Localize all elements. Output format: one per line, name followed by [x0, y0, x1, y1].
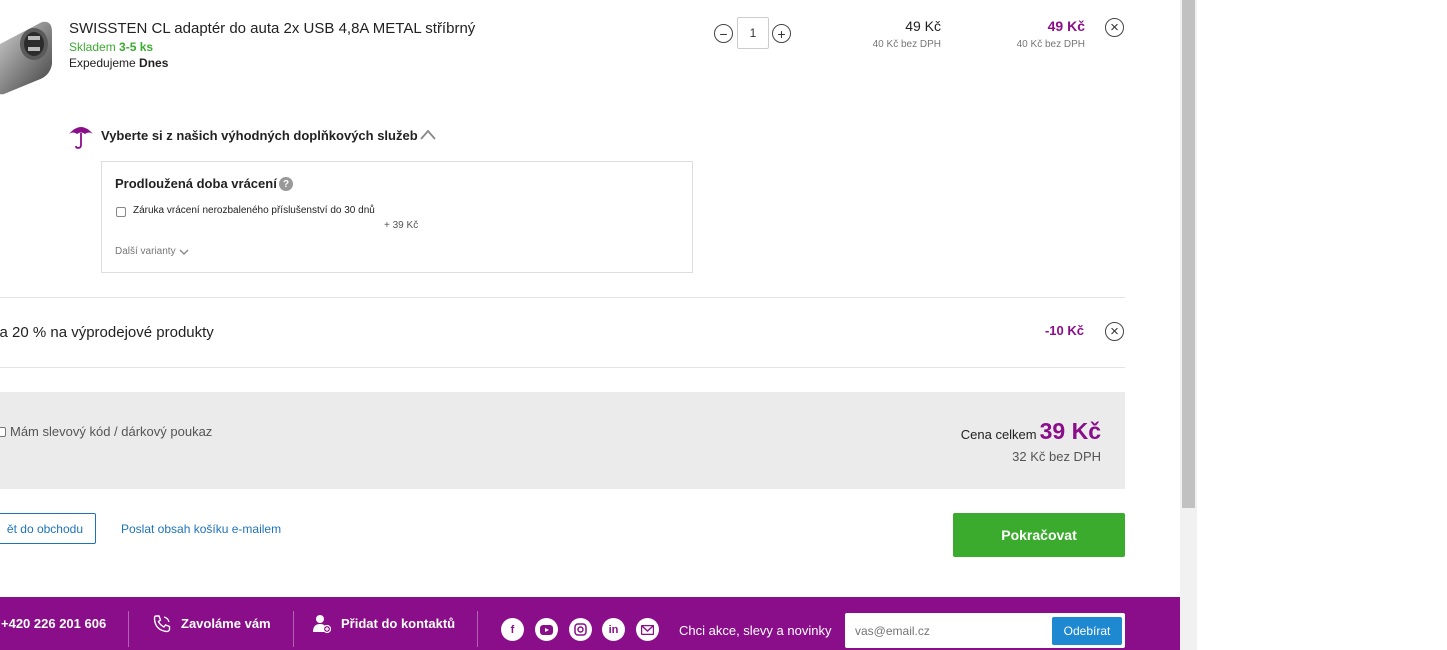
service-checkbox[interactable] — [116, 207, 126, 217]
product-image — [0, 21, 52, 95]
umbrella-icon — [69, 127, 93, 149]
minus-icon: − — [719, 25, 728, 42]
stock-status: Skladem 3-5 ks — [69, 40, 153, 54]
product-name[interactable]: SWISSTEN CL adaptér do auta 2x USB 4,8A … — [69, 20, 475, 37]
newsletter-label: Chci akce, slevy a novinky — [679, 622, 832, 638]
add-contacts-link[interactable]: Přidat do kontaktů — [313, 597, 455, 650]
continue-button[interactable]: Pokračovat — [953, 513, 1125, 557]
total-value: 39 Kč — [1039, 418, 1101, 444]
item-total-price: 49 Kč — [1047, 18, 1085, 34]
subscribe-button[interactable]: Odebírat — [1052, 617, 1122, 645]
total-price-row: Cena celkem 39 Kč — [961, 418, 1101, 445]
phone-icon — [153, 614, 171, 632]
divider — [0, 297, 1125, 298]
discount-label: va 20 % na výprodejové produkty — [0, 324, 214, 341]
instagram-icon[interactable] — [569, 618, 592, 641]
chevron-down-icon — [179, 249, 189, 255]
service-option-label[interactable]: Záruka vrácení nerozbaleného příslušenst… — [133, 205, 375, 216]
stock-value: 3-5 ks — [119, 40, 154, 54]
user-add-icon — [313, 614, 331, 633]
more-variants-link[interactable]: Další varianty — [115, 246, 189, 257]
help-icon[interactable]: ? — [279, 177, 293, 191]
coupon-label[interactable]: Mám slevový kód / dárkový poukaz — [10, 424, 212, 439]
unit-price: 49 Kč — [905, 18, 941, 34]
add-contacts-label: Přidat do kontaktů — [341, 616, 456, 631]
footer-separator — [293, 611, 294, 647]
mail-icon[interactable] — [636, 618, 659, 641]
plus-icon: + — [777, 25, 786, 42]
quantity-input[interactable] — [737, 17, 769, 49]
back-to-shop-button[interactable]: ět do obchodu — [0, 513, 96, 544]
services-title[interactable]: Vyberte si z našich výhodných doplňkovýc… — [101, 128, 418, 143]
quantity-increase-button[interactable]: + — [772, 24, 791, 43]
item-total-price-net: 40 Kč bez DPH — [1016, 39, 1085, 50]
ship-value: Dnes — [139, 56, 169, 70]
divider — [0, 367, 1125, 368]
remove-product-button[interactable]: × — [1105, 18, 1124, 37]
coupon-checkbox[interactable] — [0, 427, 6, 437]
total-net: 32 Kč bez DPH — [1012, 449, 1101, 464]
facebook-icon[interactable]: f — [501, 618, 524, 641]
callback-link[interactable]: Zavoláme vám — [152, 597, 271, 650]
cart-summary: Mám slevový kód / dárkový poukaz Cena ce… — [0, 392, 1125, 489]
close-icon: × — [1110, 19, 1119, 36]
close-icon: × — [1110, 323, 1119, 340]
quantity-decrease-button[interactable]: − — [714, 24, 733, 43]
footer-separator — [477, 611, 478, 647]
footer-bar: +420 226 201 606 Zavoláme vám Přidat do … — [0, 597, 1180, 650]
total-label: Cena celkem — [960, 427, 1037, 442]
youtube-icon[interactable] — [535, 618, 558, 641]
cart-page: SWISSTEN CL adaptér do auta 2x USB 4,8A … — [0, 0, 1447, 650]
unit-price-net: 40 Kč bez DPH — [872, 39, 941, 50]
service-option-price: + 39 Kč — [384, 220, 419, 231]
footer-separator — [128, 611, 129, 647]
service-heading: Prodloužená doba vrácení — [115, 176, 277, 191]
linkedin-icon[interactable]: in — [602, 618, 625, 641]
ship-prefix: Expedujeme — [69, 56, 140, 70]
chevron-up-icon[interactable] — [419, 127, 437, 141]
shipping-info: Expedujeme Dnes — [69, 56, 168, 70]
service-box: Prodloužená doba vrácení ? Záruka vrácen… — [101, 161, 693, 273]
phone-number[interactable]: +420 226 201 606 — [1, 597, 106, 650]
more-variants-label: Další varianty — [115, 246, 176, 257]
stock-prefix: Skladem — [69, 40, 120, 54]
remove-discount-button[interactable]: × — [1105, 322, 1124, 341]
email-cart-link[interactable]: Poslat obsah košíku e-mailem — [121, 522, 281, 536]
callback-label: Zavoláme vám — [181, 616, 271, 631]
discount-value: -10 Kč — [1044, 323, 1084, 338]
scrollbar-thumb[interactable] — [1182, 0, 1195, 508]
